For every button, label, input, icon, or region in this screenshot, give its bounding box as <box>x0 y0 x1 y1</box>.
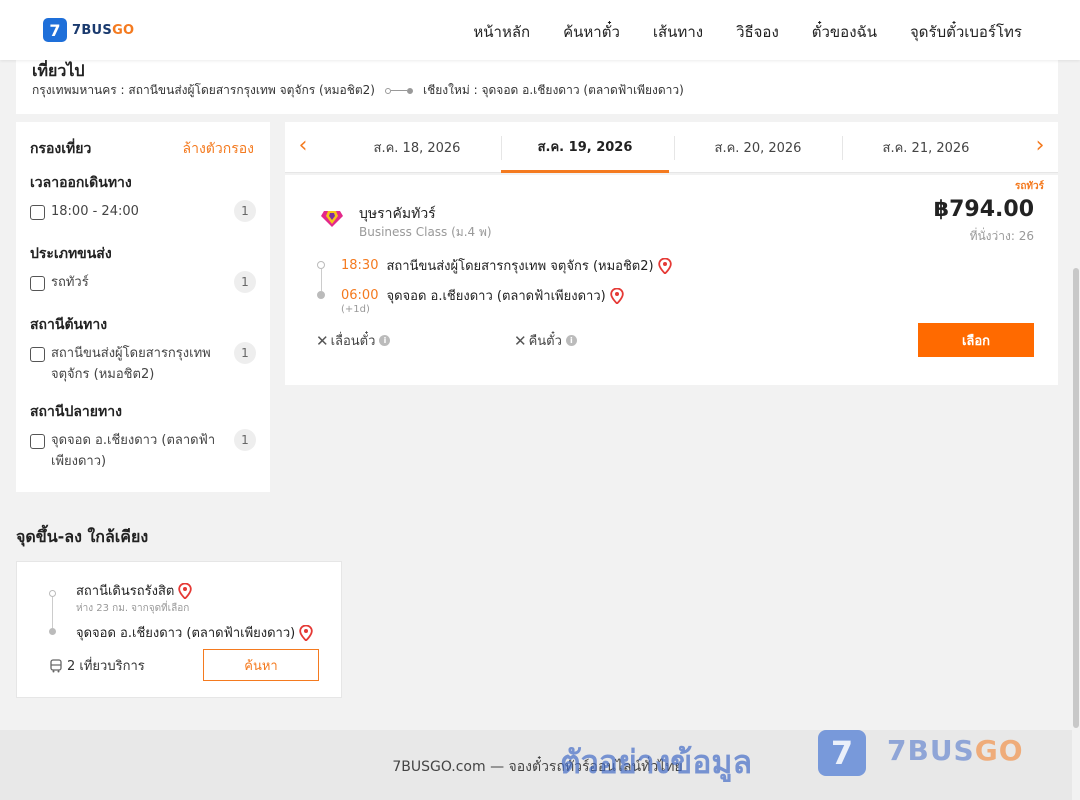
filter-title: กรองเที่ยว <box>30 141 92 157</box>
route-connector-icon <box>384 87 413 94</box>
map-pin-icon[interactable] <box>299 624 313 641</box>
scrollbar-thumb[interactable] <box>1073 268 1079 728</box>
nav-ticket-points[interactable]: จุดรับตั๋วเบอร์โทร <box>910 20 1022 44</box>
filter-option-label: สถานีขนส่งผู้โดยสารกรุงเทพ จตุจักร (หมอช… <box>51 346 211 382</box>
vehicle-type-badge: รถทัวร์ <box>1014 181 1044 192</box>
info-icon[interactable]: i <box>379 335 391 346</box>
filter-section-title: เวลาออกเดินทาง <box>30 175 132 191</box>
map-pin-icon[interactable] <box>610 287 624 304</box>
nearby-search-button[interactable]: ค้นหา <box>203 649 319 681</box>
next-day-indicator: (+1d) <box>341 304 370 315</box>
top-header: 7 7BUSGO หน้าหลัก ค้นหาตั๋ว เส้นทาง วิธี… <box>0 0 1080 60</box>
refund-policy: ✕ คืนตั๋ว i <box>514 330 577 351</box>
filter-option-label: 18:00 - 24:00 <box>51 204 139 219</box>
map-pin-icon[interactable] <box>178 582 193 599</box>
departure-stop: 18:30 สถานีขนส่งผู้โดยสารกรุงเทพ จตุจักร… <box>341 255 672 276</box>
departure-time: 18:30 <box>341 258 379 273</box>
filter-panel: กรองเที่ยว ล้างตัวกรอง เวลาออกเดินทาง 18… <box>16 122 270 492</box>
nearby-origin: สถานีเดินรถรังสิต <box>76 580 193 601</box>
tab-date-1[interactable]: ส.ค. 18, 2026 <box>333 122 501 173</box>
arrival-time: 06:00 <box>341 288 379 303</box>
tab-date-2-active[interactable]: ส.ค. 19, 2026 <box>501 122 669 173</box>
trip-summary: เที่ยวไป กรุงเทพมหานคร : สถานีขนส่งผู้โด… <box>16 60 1058 114</box>
watermark-brand: 7BUSGO <box>887 734 1024 767</box>
checkbox[interactable] <box>30 347 45 362</box>
filter-option-label: รถทัวร์ <box>51 275 89 290</box>
tab-date-3[interactable]: ส.ค. 20, 2026 <box>674 122 842 173</box>
map-pin-icon[interactable] <box>657 257 672 274</box>
sample-watermark-text: ตัวอย่างข้อมูล <box>560 743 753 781</box>
arrival-station: จุดจอด อ.เชียงดาว (ตลาดฟ้าเพียงดาว) <box>386 289 606 304</box>
select-trip-button[interactable]: เลือก <box>918 323 1034 357</box>
reschedule-label: เลื่อนตั๋ว <box>330 334 376 349</box>
info-icon[interactable]: i <box>565 335 577 346</box>
timeline-line <box>320 269 322 291</box>
ticket-price: ฿794.00 <box>933 197 1034 222</box>
refund-label: คืนตั๋ว <box>528 334 562 349</box>
nav-routes[interactable]: เส้นทาง <box>653 20 703 44</box>
operator-name: บุษราคัมทัวร์ <box>359 206 436 222</box>
nearby-stops-card: สถานีเดินรถรังสิต ห่าง 23 กม. จากจุดที่เ… <box>16 561 342 698</box>
watermark-logo-icon: 7 <box>818 730 866 776</box>
nearby-destination: จุดจอด อ.เชียงดาว (ตลาดฟ้าเพียงดาว) <box>76 622 313 643</box>
filter-section-transport-type: ประเภทขนส่ง รถทัวร์ 1 <box>30 243 256 293</box>
filter-section-origin-station: สถานีต้นทาง สถานีขนส่งผู้โดยสารกรุงเทพ จ… <box>30 314 256 385</box>
nearby-destination-name: จุดจอด อ.เชียงดาว (ตลาดฟ้าเพียงดาว) <box>76 626 296 641</box>
trip-route: กรุงเทพมหานคร : สถานีขนส่งผู้โดยสารกรุงเ… <box>32 81 684 100</box>
filter-count-badge: 1 <box>234 342 256 364</box>
main-nav: หน้าหลัก ค้นหาตั๋ว เส้นทาง วิธีจอง ตั๋วข… <box>440 20 1022 44</box>
timeline-end-dot <box>317 291 325 299</box>
nav-home[interactable]: หน้าหลัก <box>473 20 530 44</box>
not-allowed-icon: ✕ <box>514 331 527 350</box>
filter-option-type[interactable]: รถทัวร์ 1 <box>30 271 256 293</box>
brand-logo[interactable]: 7 7BUSGO <box>43 18 134 42</box>
filter-section-title: ประเภทขนส่ง <box>30 246 112 262</box>
page-footer: 7BUSGO.com — จองตั๋วรถทัวร์ออนไลน์ทั่วไท… <box>0 730 1080 800</box>
nearby-stops-title: จุดขึ้น-ลง ใกล้เคียง <box>16 527 149 546</box>
filter-option-label: จุดจอด อ.เชียงดาว (ตลาดฟ้าเพียงดาว) <box>51 433 216 469</box>
nearby-trip-count: 2 เที่ยวบริการ <box>49 655 145 676</box>
reschedule-policy: ✕ เลื่อนตั๋ว i <box>316 330 391 351</box>
logo-text: 7BUSGO <box>72 22 135 38</box>
clear-filters-link[interactable]: ล้างตัวกรอง <box>183 138 254 160</box>
timeline-line <box>52 597 53 628</box>
arrival-stop: 06:00 จุดจอด อ.เชียงดาว (ตลาดฟ้าเพียงดาว… <box>341 285 624 306</box>
nearby-origin-name: สถานีเดินรถรังสิต <box>76 584 175 599</box>
checkbox[interactable] <box>30 276 45 291</box>
trip-count-label: 2 เที่ยวบริการ <box>67 659 145 674</box>
bus-icon <box>50 658 62 672</box>
filter-section-title: สถานีปลายทาง <box>30 404 122 420</box>
filter-count-badge: 1 <box>234 200 256 222</box>
nearby-distance: ห่าง 23 กม. จากจุดที่เลือก <box>76 603 190 614</box>
timeline-end-dot <box>49 628 56 635</box>
departure-station: สถานีขนส่งผู้โดยสารกรุงเทพ จตุจักร (หมอช… <box>386 259 654 274</box>
not-allowed-icon: ✕ <box>316 331 329 350</box>
filter-option-origin[interactable]: สถานีขนส่งผู้โดยสารกรุงเทพ จตุจักร (หมอช… <box>30 342 256 385</box>
timeline-start-dot <box>49 590 56 597</box>
operator-logo-icon <box>321 211 343 227</box>
date-tabs: ‹ ส.ค. 18, 2026 ส.ค. 19, 2026 ส.ค. 20, 2… <box>285 122 1058 173</box>
chevron-right-icon[interactable]: › <box>1030 135 1050 157</box>
checkbox[interactable] <box>30 434 45 449</box>
filter-section-title: สถานีต้นทาง <box>30 317 108 333</box>
route-destination: เชียงใหม่ : จุดจอด อ.เชียงดาว (ตลาดฟ้าเพ… <box>422 83 684 97</box>
timeline-start-dot <box>317 261 325 269</box>
filter-section-destination-station: สถานีปลายทาง จุดจอด อ.เชียงดาว (ตลาดฟ้าเ… <box>30 401 256 472</box>
filter-count-badge: 1 <box>234 271 256 293</box>
checkbox[interactable] <box>30 205 45 220</box>
bus-class: Business Class (ม.4 พ) <box>359 225 492 239</box>
filter-section-departure-time: เวลาออกเดินทาง 18:00 - 24:00 1 <box>30 172 256 222</box>
filter-option-time[interactable]: 18:00 - 24:00 1 <box>30 200 256 222</box>
tab-date-4[interactable]: ส.ค. 21, 2026 <box>842 122 1010 173</box>
chevron-left-icon[interactable]: ‹ <box>293 135 313 157</box>
nav-search-tickets[interactable]: ค้นหาตั๋ว <box>563 20 620 44</box>
nav-my-tickets[interactable]: ตั๋วของฉัน <box>812 20 877 44</box>
trip-result-card: รถทัวร์ บุษราคัมทัวร์ Business Class (ม.… <box>285 175 1058 385</box>
filter-count-badge: 1 <box>234 429 256 451</box>
route-origin: กรุงเทพมหานคร : สถานีขนส่งผู้โดยสารกรุงเ… <box>32 83 375 97</box>
nav-how-to-book[interactable]: วิธีจอง <box>736 20 779 44</box>
seats-available: ที่นั่งว่าง: 26 <box>969 229 1034 243</box>
filter-option-destination[interactable]: จุดจอด อ.เชียงดาว (ตลาดฟ้าเพียงดาว) 1 <box>30 429 256 472</box>
logo-mark-icon: 7 <box>43 18 67 42</box>
